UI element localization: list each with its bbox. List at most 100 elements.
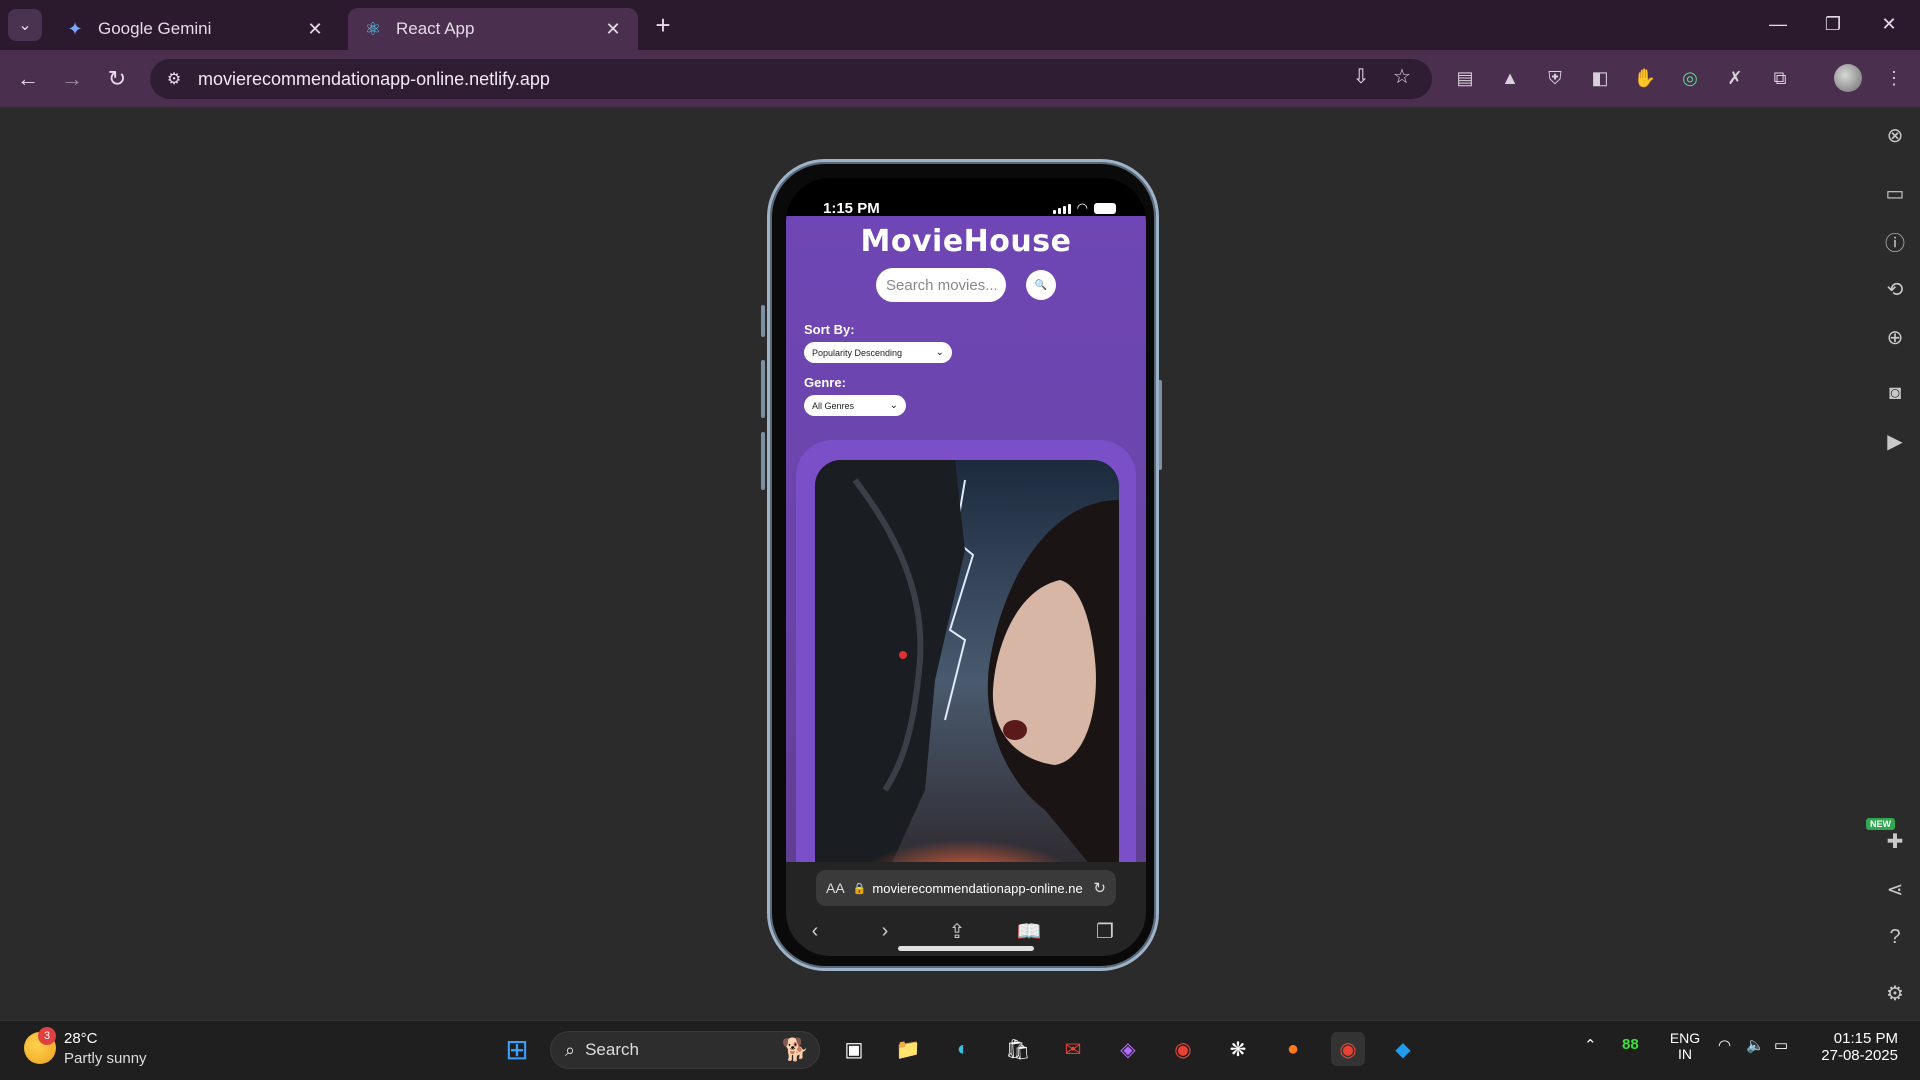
address-bar[interactable]: ⚙ movierecommendationapp-online.netlify.… (150, 59, 1432, 99)
extension-drive-icon[interactable]: ▲ (1496, 64, 1524, 92)
rotate-icon[interactable]: ⟲ (1880, 274, 1910, 304)
extension-tab-icon[interactable]: ▤ (1451, 64, 1479, 92)
puzzle-icon[interactable]: ✚ (1880, 826, 1910, 856)
copilot-icon[interactable]: ◈ (1111, 1032, 1145, 1066)
genre-select[interactable]: All Genres ⌄ (804, 395, 906, 416)
chevron-down-icon: ⌄ (889, 400, 898, 411)
file-explorer-icon[interactable]: 📁 (891, 1032, 925, 1066)
settings-gear-icon[interactable]: ⚙ (1880, 978, 1910, 1008)
sort-select[interactable]: Popularity Descending ⌄ (804, 342, 952, 363)
site-info-icon[interactable]: ⚙ (154, 59, 194, 99)
safari-back-icon[interactable]: ‹ (800, 916, 830, 946)
help-icon[interactable]: ? (1880, 922, 1910, 952)
windows-start-icon[interactable]: ⊞ (500, 1032, 534, 1066)
minimize-button[interactable]: — (1755, 8, 1801, 40)
chrome-profile-icon[interactable]: ◉ (1331, 1032, 1365, 1066)
search-button[interactable]: 🔍 (1026, 270, 1056, 300)
battery-icon[interactable]: ▭ (1774, 1036, 1788, 1054)
forward-button[interactable]: → (56, 63, 88, 95)
phone-volume-up (761, 360, 765, 418)
chatgpt-icon[interactable]: ❋ (1221, 1032, 1255, 1066)
sort-label: Sort By: (804, 322, 855, 337)
back-button[interactable]: ← (12, 63, 44, 95)
task-view-icon[interactable]: ▣ (837, 1032, 871, 1066)
bookmark-star-icon[interactable]: ☆ (1386, 60, 1418, 92)
sort-select-value: Popularity Descending (812, 347, 903, 358)
share-icon[interactable]: ⇪ (942, 916, 972, 946)
volume-icon[interactable]: 🔈 (1746, 1036, 1765, 1054)
search-icon: 🔍 (1034, 279, 1048, 291)
extension-shield-icon[interactable]: ⛨ (1541, 64, 1569, 92)
firefox-icon[interactable]: ● (1276, 1032, 1310, 1066)
reload-button[interactable]: ↻ (101, 63, 133, 95)
language-bottom: IN (1678, 1046, 1692, 1062)
reader-aa-button[interactable]: AA (826, 880, 845, 896)
search-input[interactable] (876, 268, 1006, 302)
status-time: 1:15 PM (823, 200, 880, 217)
gmail-icon[interactable]: ✉ (1056, 1032, 1090, 1066)
iphone-frame: 1:15 PM ◠ MovieHouse 🔍 Sort By: Populari… (767, 159, 1159, 971)
device-switch-icon[interactable]: ▭ (1880, 178, 1910, 208)
search-bar: 🔍 (876, 268, 1056, 302)
close-icon[interactable]: ✕ (304, 18, 326, 40)
chrome-icon[interactable]: ◉ (1166, 1032, 1200, 1066)
install-app-icon[interactable]: ⇩ (1345, 60, 1377, 92)
vscode-icon[interactable]: ◆ (1386, 1032, 1420, 1066)
zoom-icon[interactable]: ⊕ (1880, 322, 1910, 352)
tab-search-button[interactable]: ⌄ (8, 9, 42, 41)
weather-temperature[interactable]: 28°C (64, 1030, 98, 1047)
restore-button[interactable]: ❐ (1810, 8, 1856, 40)
tab-google-gemini[interactable]: ✦ Google Gemini ✕ (50, 8, 340, 50)
gemini-icon: ✦ (67, 18, 83, 39)
safari-url: movierecommendationapp-online.ne (872, 880, 1083, 896)
taskbar-search[interactable]: ⌕ Search 🐕 (550, 1031, 820, 1069)
close-device-icon[interactable]: ⊗ (1880, 120, 1910, 150)
extension-x-icon[interactable]: ✗ (1721, 64, 1749, 92)
video-icon[interactable]: ▶ (1880, 426, 1910, 456)
wifi-icon[interactable]: ◠ (1718, 1036, 1731, 1054)
bookmarks-icon[interactable]: 📖 (1014, 916, 1044, 946)
react-icon: ⚛ (364, 18, 382, 39)
tab-strip: ⌄ ✦ Google Gemini ✕ ⚛ React App ✕ + — ❐ … (0, 0, 1920, 50)
status-icons: ◠ (1052, 200, 1116, 216)
camera-icon[interactable]: ◙ (1880, 378, 1910, 408)
phone-mute-switch (761, 305, 765, 337)
movie-poster[interactable] (815, 460, 1119, 862)
tabs-icon[interactable]: ❐ (1090, 916, 1120, 946)
menu-dots-icon[interactable]: ⋮ (1880, 64, 1908, 92)
store-icon[interactable]: 🛍 (1001, 1032, 1035, 1066)
profile-avatar[interactable] (1834, 64, 1862, 92)
extension-hand-icon[interactable]: ✋ (1631, 64, 1659, 92)
phone-screen: 1:15 PM ◠ MovieHouse 🔍 Sort By: Populari… (786, 178, 1146, 956)
safari-forward-icon[interactable]: › (870, 916, 900, 946)
safari-bottom-bar: AA 🔒 movierecommendationapp-online.ne ↻ … (786, 862, 1146, 956)
new-tab-button[interactable]: + (648, 10, 678, 40)
extension-glasses-icon[interactable]: ◎ (1676, 64, 1704, 92)
tray-battery-number[interactable]: 88 (1622, 1036, 1639, 1053)
system-clock[interactable]: 01:15 PM 27-08-2025 (1808, 1030, 1898, 1064)
movie-card[interactable] (796, 440, 1136, 862)
tray-chevron-up-icon[interactable]: ⌃ (1584, 1036, 1597, 1054)
web-content: MovieHouse 🔍 Sort By: Popularity Descend… (786, 216, 1146, 862)
safari-address-bar[interactable]: AA 🔒 movierecommendationapp-online.ne ↻ (816, 870, 1116, 906)
battery-icon (1094, 202, 1116, 214)
extension-cast-icon[interactable]: ◧ (1586, 64, 1614, 92)
close-window-button[interactable]: ✕ (1866, 8, 1912, 40)
tab-react-app[interactable]: ⚛ React App ✕ (348, 8, 638, 50)
home-indicator (898, 946, 1034, 951)
weather-description[interactable]: Partly sunny (64, 1050, 147, 1067)
edge-icon[interactable]: ◐ (946, 1032, 980, 1066)
clock-time: 01:15 PM (1833, 1030, 1898, 1047)
clock-date: 27-08-2025 (1821, 1047, 1898, 1064)
extensions-puzzle-icon[interactable]: ⧉ (1766, 64, 1794, 92)
phone-volume-down (761, 432, 765, 490)
info-icon[interactable]: ⓘ (1880, 226, 1910, 256)
close-icon[interactable]: ✕ (602, 18, 624, 40)
reload-icon[interactable]: ↻ (1093, 879, 1106, 897)
address-url[interactable]: movierecommendationapp-online.netlify.ap… (198, 69, 550, 90)
language-top: ENG (1669, 1030, 1701, 1046)
share-icon[interactable]: ⋖ (1880, 874, 1910, 904)
chevron-down-icon: ⌄ (935, 347, 944, 358)
language-indicator[interactable]: ENG IN (1666, 1030, 1704, 1062)
wifi-icon: ◠ (1076, 200, 1088, 215)
